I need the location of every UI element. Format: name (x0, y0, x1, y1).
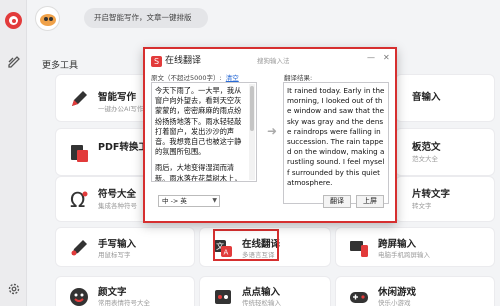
sogou-logo-icon: S (151, 56, 162, 67)
tool-desc: 范文大全 (412, 155, 438, 163)
dialog-title: S 在线翻译 (151, 53, 201, 67)
tool-card-dot-input[interactable]: 点点输入 传统轻松输入 (199, 276, 331, 306)
tool-desc: 常用表情符号大全 (98, 299, 150, 306)
source-paragraph-1: 今天下雨了。一大早，我从窗户向外望去，看到天空灰蒙蒙的，密密麻麻的雨点纷纷扬扬地… (155, 86, 242, 157)
tool-card-handwriting[interactable]: 手写输入 用鼠标写字 (55, 227, 195, 267)
result-textarea[interactable]: It rained today. Early in the morning, I… (283, 82, 389, 204)
game-icon (350, 292, 368, 303)
tool-desc: 一键办公AI写作 (98, 105, 144, 113)
result-label: 翻译结果: (284, 74, 313, 82)
source-label-text: 原文（不超过5000字）: (151, 74, 222, 82)
section-title: 更多工具 (42, 61, 79, 71)
tool-name: 符号大全 (98, 189, 137, 200)
dialog-title-text: 在线翻译 (165, 56, 202, 66)
tool-desc: 用鼠标写字 (98, 251, 131, 259)
tool-name: 点点输入 (242, 287, 281, 298)
language-select-value: 中 -> 英 (162, 197, 187, 205)
arrow-right-icon: ➜ (267, 124, 278, 138)
tool-name: 板范文 (412, 142, 441, 153)
promo-banner[interactable]: 开启智能写作，文章一键排版 (84, 8, 208, 28)
translate-highlight (213, 229, 279, 261)
sidebar (0, 0, 27, 306)
source-label: 原文（不超过5000字）: 清空 (151, 72, 239, 82)
avatar[interactable] (35, 6, 60, 31)
chevron-down-icon: ▼ (212, 197, 217, 204)
tool-desc: 快乐小游戏 (378, 299, 411, 306)
tool-name: 手写输入 (98, 239, 137, 250)
tool-name: 片转文字 (412, 189, 451, 200)
gear-icon[interactable] (7, 282, 21, 296)
tool-name: 颜文字 (98, 287, 127, 298)
handwrite-icon (71, 240, 87, 256)
translate-dialog: S 在线翻译 搜狗输入法 — ✕ 原文（不超过5000字）: 清空 翻译结果: 今天… (143, 47, 397, 223)
tool-card-emoticon[interactable]: 颜文字 常用表情符号大全 (55, 276, 195, 306)
tool-name: 休闲游戏 (378, 287, 417, 298)
edit-icon[interactable] (7, 54, 21, 68)
clear-link[interactable]: 清空 (226, 74, 239, 82)
tool-desc: 传统轻松输入 (242, 299, 281, 306)
pen-icon (72, 91, 87, 106)
source-paragraph-2: 雨后，大地变得湿润而清新。雨水落在花草树木上，像一颗颗晶莹的珍珠，为大自然增添 (155, 163, 242, 182)
tool-desc: 电脑手机跨屏输入 (378, 251, 430, 259)
tool-name: 音输入 (412, 92, 441, 103)
tool-desc: 转文字 (412, 202, 432, 210)
tool-card-games[interactable]: 休闲游戏 快乐小游戏 (335, 276, 495, 306)
pdf-icon (71, 145, 88, 162)
app-logo-icon[interactable] (5, 12, 22, 29)
tool-card-image-to-text[interactable]: 片转文字 转文字 (395, 176, 495, 222)
dialog-hint: 搜狗输入法 (257, 57, 290, 65)
language-select[interactable]: 中 -> 英 ▼ (158, 195, 220, 207)
source-scrollbar[interactable] (249, 84, 255, 180)
submit-button[interactable]: 上屏 (356, 195, 384, 208)
translate-button[interactable]: 翻译 (323, 195, 351, 208)
app-window: 开启智能写作，文章一键排版 更多工具 智能写作 一键办公AI写作 PDF转换工 … (0, 0, 500, 306)
crossscreen-icon (350, 241, 368, 257)
tool-card-cross-screen[interactable]: 跨屏输入 电脑手机跨屏输入 (335, 227, 495, 267)
omega-icon: Ω (70, 189, 88, 211)
close-button[interactable]: ✕ (383, 53, 390, 62)
dot-input-icon (215, 290, 231, 304)
source-textarea[interactable]: 今天下雨了。一大早，我从窗户向外望去，看到天空灰蒙蒙的，密密麻麻的雨点纷纷扬扬地… (151, 82, 257, 182)
svg-text:Ω: Ω (70, 189, 85, 211)
minimize-button[interactable]: — (367, 53, 375, 62)
tool-card-templates[interactable]: 板范文 范文大全 (395, 128, 495, 176)
emoticon-icon (70, 288, 88, 306)
tool-card-voice-input[interactable]: 音输入 (395, 74, 495, 122)
tool-name: 跨屏输入 (378, 239, 417, 250)
tool-name: PDF转换工 (98, 142, 148, 153)
tool-desc: 集成各种符号 (98, 202, 137, 210)
tool-name: 智能写作 (98, 92, 137, 103)
